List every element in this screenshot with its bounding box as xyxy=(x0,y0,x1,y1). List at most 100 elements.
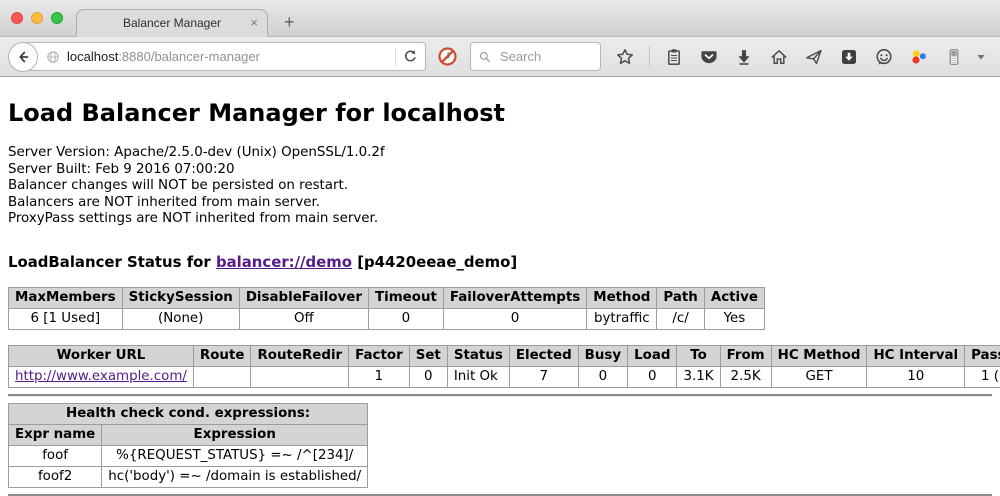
method-cell: bytraffic xyxy=(587,308,657,329)
column-header: Load xyxy=(628,345,677,366)
page-title: Load Balancer Manager for localhost xyxy=(8,99,992,127)
heading-prefix: LoadBalancer Status for xyxy=(8,253,216,271)
column-header: Passes xyxy=(965,345,1000,366)
table-header-row: Worker URL Route RouteRedir Factor Set S… xyxy=(9,345,1000,366)
table-row: foof %{REQUEST_STATUS} =~ /^[234]/ xyxy=(9,445,368,466)
flash-block-extension-icon[interactable] xyxy=(436,46,458,68)
navigation-toolbar: localhost:8880/balancer-manager xyxy=(0,37,1000,77)
health-table-title: Health check cond. expressions: xyxy=(9,403,368,424)
column-header: RouteRedir xyxy=(251,345,349,366)
download-manager-icon[interactable] xyxy=(838,46,860,68)
status-cell: Init Ok xyxy=(447,366,509,387)
hc-interval-cell: 10 xyxy=(867,366,965,387)
server-built-line: Server Built: Feb 9 2016 07:00:20 xyxy=(8,162,992,179)
column-header: Set xyxy=(409,345,447,366)
expression-cell: hc('body') =~ /domain is established/ xyxy=(102,466,368,487)
browser-window: Balancer Manager × + localhost:8880/bala… xyxy=(0,0,1000,77)
expr-name-cell: foof xyxy=(9,445,102,466)
close-tab-icon[interactable]: × xyxy=(250,16,258,29)
active-cell: Yes xyxy=(704,308,764,329)
container-battery-icon[interactable] xyxy=(943,46,965,68)
health-check-table: Health check cond. expressions: Expr nam… xyxy=(8,403,368,488)
url-bar[interactable]: localhost:8880/balancer-manager xyxy=(22,42,426,71)
bookmarks-clipboard-icon[interactable] xyxy=(663,46,685,68)
table-header-row: Expr name Expression xyxy=(9,424,368,445)
column-header: Factor xyxy=(349,345,410,366)
reload-icon[interactable] xyxy=(402,48,419,65)
heading-suffix: [p4420eeae_demo] xyxy=(352,253,517,271)
table-row: http://www.example.com/ 1 0 Init Ok 7 0 … xyxy=(9,366,1000,387)
worker-url-link[interactable]: http://www.example.com/ xyxy=(15,369,187,384)
column-header: Route xyxy=(193,345,251,366)
maxmembers-cell: 6 [1 Used] xyxy=(9,308,123,329)
column-header: Elected xyxy=(509,345,578,366)
overflow-caret-icon[interactable] xyxy=(970,46,992,68)
server-info: Server Version: Apache/2.5.0-dev (Unix) … xyxy=(8,145,992,228)
busy-cell: 0 xyxy=(578,366,627,387)
route-cell xyxy=(193,366,251,387)
column-header: MaxMembers xyxy=(9,287,123,308)
close-window-button[interactable] xyxy=(11,12,23,24)
loadbalancer-status-heading: LoadBalancer Status for balancer://demo … xyxy=(8,253,992,271)
balancer-demo-link[interactable]: balancer://demo xyxy=(216,253,352,271)
tab-title: Balancer Manager xyxy=(123,16,221,30)
from-cell: 2.5K xyxy=(720,366,771,387)
zoom-window-button[interactable] xyxy=(51,12,63,24)
worker-url-cell: http://www.example.com/ xyxy=(9,366,194,387)
column-header: HC Method xyxy=(771,345,867,366)
tab-balancer-manager[interactable]: Balancer Manager × xyxy=(76,9,268,37)
routeredir-cell xyxy=(251,366,349,387)
passes-cell: 1 (0) xyxy=(965,366,1000,387)
bookmark-star-icon[interactable] xyxy=(614,46,636,68)
failoverattempts-cell: 0 xyxy=(443,308,586,329)
notice-line: ProxyPass settings are NOT inherited fro… xyxy=(8,211,992,228)
column-header: Expr name xyxy=(9,424,102,445)
column-header: Active xyxy=(704,287,764,308)
column-header: DisableFailover xyxy=(239,287,368,308)
column-header: From xyxy=(720,345,771,366)
url-text[interactable]: localhost:8880/balancer-manager xyxy=(67,49,389,64)
column-header: Worker URL xyxy=(9,345,194,366)
new-tab-button[interactable]: + xyxy=(284,12,295,33)
disablefailover-cell: Off xyxy=(239,308,368,329)
column-header: StickySession xyxy=(122,287,239,308)
urlbar-separator xyxy=(395,48,396,66)
path-cell: /c/ xyxy=(657,308,704,329)
column-header: Expression xyxy=(102,424,368,445)
chat-smiley-icon[interactable] xyxy=(873,46,895,68)
site-globe-icon xyxy=(45,49,61,65)
load-cell: 0 xyxy=(628,366,677,387)
table-row: foof2 hc('body') =~ /domain is establish… xyxy=(9,466,368,487)
table-row: 6 [1 Used] (None) Off 0 0 bytraffic /c/ … xyxy=(9,308,765,329)
set-cell: 0 xyxy=(409,366,447,387)
worker-status-table: Worker URL Route RouteRedir Factor Set S… xyxy=(8,345,1000,388)
back-button[interactable] xyxy=(8,42,38,72)
hc-method-cell: GET xyxy=(771,366,867,387)
back-arrow-icon xyxy=(14,48,32,66)
window-controls xyxy=(11,12,63,24)
balancer-manager-page: Load Balancer Manager for localhost Serv… xyxy=(0,77,1000,496)
minimize-window-button[interactable] xyxy=(31,12,43,24)
stickysession-cell: (None) xyxy=(122,308,239,329)
expression-cell: %{REQUEST_STATUS} =~ /^[234]/ xyxy=(102,445,368,466)
url-path: :8880/balancer-manager xyxy=(118,49,260,64)
table-header-row: MaxMembers StickySession DisableFailover… xyxy=(9,287,765,308)
video-download-helper-icon[interactable] xyxy=(908,46,930,68)
downloads-arrow-icon[interactable] xyxy=(733,46,755,68)
column-header: Busy xyxy=(578,345,627,366)
to-cell: 3.1K xyxy=(677,366,720,387)
search-bar[interactable] xyxy=(470,42,601,71)
table-title-row: Health check cond. expressions: xyxy=(9,403,368,424)
toolbar-separator xyxy=(649,46,650,67)
send-plane-icon[interactable] xyxy=(803,46,825,68)
notice-line: Balancers are NOT inherited from main se… xyxy=(8,195,992,212)
pocket-icon[interactable] xyxy=(698,46,720,68)
titlebar: Balancer Manager × + xyxy=(0,0,1000,37)
column-header: FailoverAttempts xyxy=(443,287,586,308)
search-input[interactable] xyxy=(498,48,583,65)
server-version-line: Server Version: Apache/2.5.0-dev (Unix) … xyxy=(8,145,992,162)
elected-cell: 7 xyxy=(509,366,578,387)
timeout-cell: 0 xyxy=(368,308,443,329)
column-header: Status xyxy=(447,345,509,366)
home-icon[interactable] xyxy=(768,46,790,68)
